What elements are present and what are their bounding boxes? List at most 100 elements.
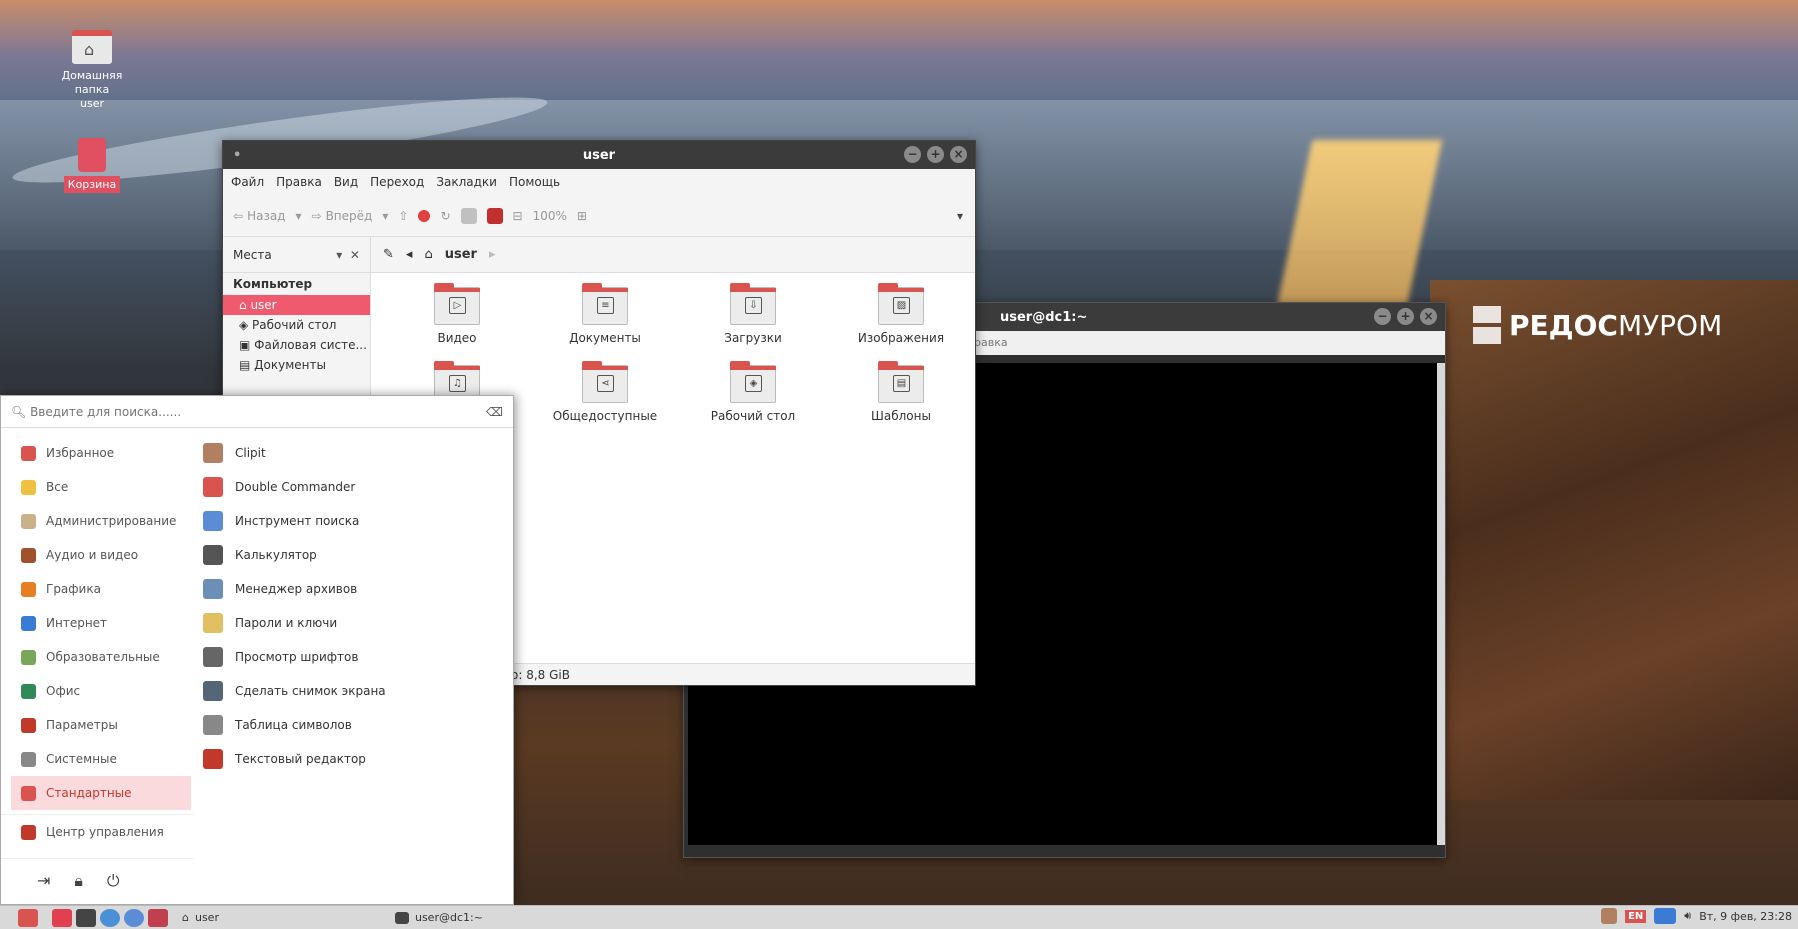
places-selector[interactable]: Места ▾ ✕ (223, 236, 371, 273)
reload-icon[interactable]: ↻ (440, 209, 450, 223)
network-icon[interactable] (1654, 908, 1677, 924)
desktop-trash[interactable]: Корзина (42, 138, 142, 193)
close-icon[interactable]: × (950, 146, 967, 163)
start-menu-icon[interactable] (18, 908, 38, 927)
app-item-0[interactable]: Clipit (203, 436, 503, 470)
clock[interactable]: Вт, 9 фев, 23:28 (1699, 910, 1792, 923)
path-segment-user[interactable]: user (445, 247, 477, 262)
menu-edit[interactable]: Правка (276, 175, 322, 189)
edit-path-icon[interactable]: ✎ (383, 247, 394, 262)
forward-button[interactable]: ⇨ Вперёд (312, 209, 373, 223)
category-icon (21, 581, 36, 597)
file-manager-titlebar[interactable]: user • − + × (223, 141, 975, 169)
logout-icon[interactable]: ⇥ (37, 871, 50, 890)
app-item-7[interactable]: Сделать снимок экрана (203, 674, 503, 708)
menu-help[interactable]: Помощь (509, 175, 560, 189)
sidebar-item-filesystem[interactable]: ▣ Файловая систе... (223, 335, 370, 355)
app-item-5[interactable]: Пароли и ключи (203, 606, 503, 640)
window-menu-icon[interactable]: • (233, 148, 241, 163)
file-manager-launcher-icon[interactable] (52, 908, 72, 927)
folder-pictures[interactable]: ▨ Изображения (827, 283, 975, 345)
terminal-launcher-icon[interactable] (76, 908, 96, 927)
path-right-icon[interactable]: ▸ (489, 247, 496, 262)
category-8[interactable]: Параметры (1, 708, 193, 742)
control-center-item[interactable]: Центр управления (1, 815, 193, 849)
category-5[interactable]: Интернет (1, 606, 193, 640)
taskbar: ⌂ user user@dc1:~ EN 🔊︎ Вт, 9 фев, 23:28 (0, 905, 1798, 929)
menu-search[interactable]: 🔍︎ ⌫ (1, 396, 513, 428)
maximize-icon[interactable]: + (1397, 308, 1414, 325)
browser-launcher-icon[interactable] (100, 908, 120, 927)
sidebar-item-desktop[interactable]: ◈ Рабочий стол (223, 315, 370, 335)
category-1[interactable]: Все (1, 470, 193, 504)
category-10[interactable]: Стандартные (11, 776, 191, 810)
folder-video[interactable]: ▷ Видео (383, 283, 531, 345)
keyboard-layout-indicator[interactable]: EN (1625, 909, 1647, 923)
task-file-manager[interactable]: ⌂ user (174, 907, 227, 929)
path-left-icon[interactable]: ◂ (406, 247, 413, 262)
category-2[interactable]: Администрирование (1, 504, 193, 538)
category-4[interactable]: Графика (1, 572, 193, 606)
task-terminal[interactable]: user@dc1:~ (387, 907, 491, 929)
home-icon[interactable] (460, 207, 477, 224)
category-9[interactable]: Системные (1, 742, 193, 776)
folder-public[interactable]: ⋖ Общедоступные (531, 361, 679, 423)
menu-bookmarks[interactable]: Закладки (436, 175, 497, 189)
category-0[interactable]: Избранное (1, 436, 193, 470)
close-icon[interactable]: × (1420, 308, 1437, 325)
minimize-icon[interactable]: − (904, 146, 921, 163)
app-item-2[interactable]: Инструмент поиска (203, 504, 503, 538)
app-item-3[interactable]: Калькулятор (203, 538, 503, 572)
app-icon (203, 715, 223, 735)
stop-icon[interactable] (418, 209, 431, 222)
power-icon[interactable]: ⏻ (107, 871, 120, 891)
minimize-icon[interactable]: − (1374, 308, 1391, 325)
category-list: Избранное Все Администрирование Аудио и вид… (1, 436, 193, 810)
folder-desktop[interactable]: ◈ Рабочий стол (679, 361, 827, 423)
app-list: Clipit Double Commander Инструмент поиска К… (203, 436, 503, 776)
category-7[interactable]: Офис (1, 674, 193, 708)
app-item-1[interactable]: Double Commander (203, 470, 503, 504)
menu-view[interactable]: Вид (334, 175, 358, 189)
category-3[interactable]: Аудио и видео (1, 538, 193, 572)
back-button[interactable]: ⇦ Назад (233, 209, 285, 223)
sidebar-item-user[interactable]: ⌂ user (223, 295, 370, 315)
clipboard-icon[interactable] (1601, 908, 1618, 924)
computer-icon[interactable] (486, 207, 503, 224)
app-item-4[interactable]: Менеджер архивов (203, 572, 503, 606)
search-launcher-icon[interactable] (124, 908, 144, 927)
folder-documents[interactable]: ≡ Документы (531, 283, 679, 345)
folder-templates[interactable]: ▤ Шаблоны (827, 361, 975, 423)
app-item-6[interactable]: Просмотр шрифтов (203, 640, 503, 674)
app-item-8[interactable]: Таблица символов (203, 708, 503, 742)
terminal-menu-edit[interactable]: равка (974, 336, 1008, 349)
brand-text-2: ОС (1573, 308, 1618, 342)
folder-downloads[interactable]: ⇩ Загрузки (679, 283, 827, 345)
back-history-icon[interactable]: ▾ (295, 209, 301, 223)
forward-history-icon[interactable]: ▾ (382, 209, 388, 223)
terminal-scrollbar[interactable] (1437, 363, 1445, 845)
app-item-9[interactable]: Текстовый редактор (203, 742, 503, 776)
show-desktop-icon[interactable] (148, 908, 168, 927)
chevron-down-icon[interactable]: ▾ ✕ (336, 248, 360, 262)
app-label: Калькулятор (235, 548, 317, 562)
menu-file[interactable]: Файл (231, 175, 264, 189)
search-input[interactable] (30, 404, 331, 419)
category-label: Стандартные (46, 786, 132, 800)
maximize-icon[interactable]: + (927, 146, 944, 163)
category-icon (21, 479, 36, 495)
file-manager-title: user (582, 147, 616, 163)
volume-icon[interactable]: 🔊︎ (1684, 909, 1691, 923)
menu-go[interactable]: Переход (370, 175, 424, 189)
desktop-home-folder[interactable]: ⌂ Домашняя папка user (42, 30, 142, 112)
up-arrow-icon[interactable]: ⇧ (398, 209, 408, 223)
zoom-in-icon[interactable]: ⊞ (577, 209, 587, 223)
clear-search-icon[interactable]: ⌫ (486, 405, 503, 419)
lock-icon[interactable]: 🔒︎ (74, 871, 83, 891)
task-label: user (194, 911, 219, 924)
application-menu[interactable]: 🔍︎ ⌫ Избранное Все Администрирование Аудио … (0, 395, 514, 905)
category-6[interactable]: Образовательные (1, 640, 193, 674)
zoom-out-icon[interactable]: ⊟ (513, 209, 523, 223)
toolbar-overflow-icon[interactable]: ▾ (957, 209, 963, 223)
sidebar-item-documents[interactable]: ▤ Документы (223, 355, 370, 375)
